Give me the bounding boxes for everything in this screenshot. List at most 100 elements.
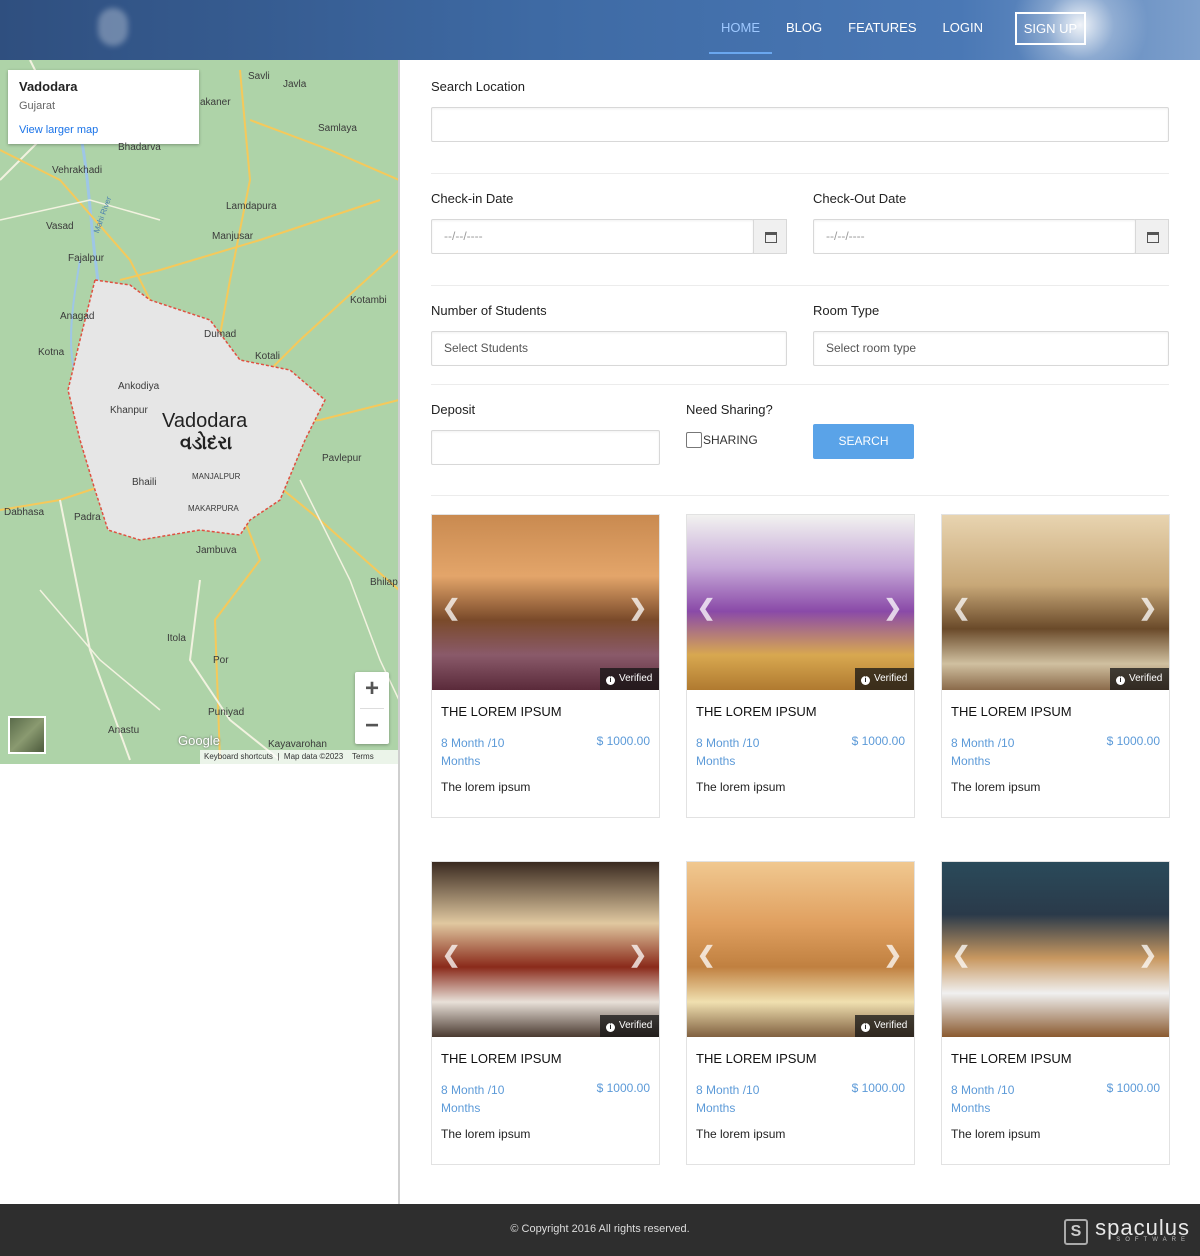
nav-login[interactable]: LOGIN [943, 0, 983, 60]
search-location-input[interactable] [431, 107, 1169, 142]
listing-card[interactable]: ❮ ❯ i Verified THE LOREM IPSUM 8 Month /10 Mo… [941, 514, 1170, 818]
listing-card[interactable]: ❮ ❯ THE LOREM IPSUM 8 Month /10 Months $ 100… [941, 861, 1170, 1165]
verified-badge: i Verified [855, 668, 914, 690]
verified-icon: i [606, 676, 615, 685]
logo-pin-icon [98, 8, 128, 46]
listing-duration: 8 Month /10 Months [441, 736, 505, 768]
listing-card[interactable]: ❮ ❯ i Verified THE LOREM IPSUM 8 Month /10 Mo… [686, 514, 915, 818]
site-logo[interactable] [98, 8, 128, 46]
checkout-calendar-button[interactable] [1135, 219, 1169, 254]
listing-card[interactable]: ❮ ❯ i Verified THE LOREM IPSUM 8 Month /10 Mo… [431, 514, 660, 818]
checkin-input[interactable]: --/--/---- [431, 219, 754, 254]
map-card-state: Gujarat [19, 100, 56, 112]
map-label: Bhaili [132, 477, 157, 488]
chevron-right-icon[interactable]: ❯ [884, 942, 902, 968]
listing-price: $ 1000.00 [1106, 734, 1160, 748]
keyboard-shortcuts-link[interactable]: Keyboard shortcuts [204, 752, 273, 761]
listing-price: $ 1000.00 [851, 734, 905, 748]
zoom-in-button[interactable]: + [355, 672, 389, 708]
nav-blog[interactable]: BLOG [786, 0, 822, 60]
listing-price: $ 1000.00 [851, 1081, 905, 1095]
deposit-input[interactable] [431, 430, 660, 465]
listing-title[interactable]: THE LOREM IPSUM [951, 1051, 1072, 1066]
checkin-calendar-button[interactable] [753, 219, 787, 254]
signup-button[interactable]: SIGN UP [1015, 12, 1086, 45]
listing-photo[interactable]: ❮ ❯ [942, 862, 1169, 1037]
map-label: Khanpur [110, 405, 148, 416]
listing-card[interactable]: ❮ ❯ i Verified THE LOREM IPSUM 8 Month /10 Mo… [431, 861, 660, 1165]
map-label: Dabhasa [4, 507, 45, 518]
nav-home[interactable]: HOME [709, 0, 773, 60]
listing-price: $ 1000.00 [596, 734, 650, 748]
chevron-left-icon[interactable]: ❮ [952, 942, 970, 968]
checkin-label: Check-in Date [431, 191, 514, 206]
listing-description: The lorem ipsum [951, 1127, 1041, 1141]
verified-icon: i [606, 1023, 615, 1032]
calendar-icon [765, 232, 777, 243]
chevron-left-icon[interactable]: ❮ [952, 595, 970, 621]
checkout-input[interactable]: --/--/---- [813, 219, 1136, 254]
map-panel[interactable]: Vadodara Gujarat View larger map Savli J… [0, 60, 399, 764]
map-label: Dumad [204, 329, 237, 340]
chevron-left-icon[interactable]: ❮ [697, 942, 715, 968]
map-label: Kayavarohan [268, 739, 327, 750]
map-label: akaner [200, 97, 231, 108]
listing-photo[interactable]: ❮ ❯ i Verified [432, 862, 659, 1037]
map-label: Padra [74, 512, 101, 523]
map-label: Bhadarva [118, 142, 161, 153]
terms-link[interactable]: Terms [352, 752, 374, 761]
listing-title[interactable]: THE LOREM IPSUM [951, 704, 1072, 719]
map-label: Puniyad [208, 707, 245, 718]
verified-text: Verified [619, 673, 653, 684]
listing-duration: 8 Month /10 Months [696, 1083, 760, 1115]
room-type-select[interactable]: Select room type [813, 331, 1169, 366]
chevron-right-icon[interactable]: ❯ [1139, 942, 1157, 968]
chevron-right-icon[interactable]: ❯ [629, 595, 647, 621]
chevron-left-icon[interactable]: ❮ [697, 595, 715, 621]
site-footer: © Copyright 2016 All rights reserved. S … [0, 1204, 1200, 1256]
students-select[interactable]: Select Students [431, 331, 787, 366]
map-city-label-gujarati: વડોદરા [180, 433, 233, 454]
listing-title[interactable]: THE LOREM IPSUM [696, 704, 817, 719]
map-attribution: Keyboard shortcuts | Map data ©2023 Term… [200, 750, 399, 764]
listing-photo[interactable]: ❮ ❯ i Verified [942, 515, 1169, 690]
listing-photo[interactable]: ❮ ❯ i Verified [687, 515, 914, 690]
listing-photo[interactable]: ❮ ❯ i Verified [432, 515, 659, 690]
map-label: Anastu [108, 725, 140, 736]
chevron-left-icon[interactable]: ❮ [442, 595, 460, 621]
google-logo: Google [178, 733, 220, 748]
zoom-out-button[interactable]: − [355, 709, 389, 745]
map-label: Jambuva [196, 545, 237, 556]
nav-features[interactable]: FEATURES [848, 0, 916, 60]
map-label: Ankodiya [118, 381, 160, 392]
column-divider [398, 60, 400, 1204]
chevron-right-icon[interactable]: ❯ [884, 595, 902, 621]
spaculus-logo-icon: S [1064, 1219, 1088, 1245]
listing-title[interactable]: THE LOREM IPSUM [441, 1051, 562, 1066]
verified-icon: i [861, 676, 870, 685]
map-city-label: Vadodara [162, 410, 248, 432]
map-label: Pavlepur [322, 453, 362, 464]
listing-description: The lorem ipsum [696, 780, 786, 794]
site-header: HOME BLOG FEATURES LOGIN SIGN UP [0, 0, 1200, 80]
listing-photo[interactable]: ❮ ❯ i Verified [687, 862, 914, 1037]
sharing-label: Need Sharing? [686, 402, 773, 417]
listing-title[interactable]: THE LOREM IPSUM [441, 704, 562, 719]
verified-badge: i Verified [600, 1015, 659, 1037]
listing-title[interactable]: THE LOREM IPSUM [696, 1051, 817, 1066]
sharing-checkbox[interactable] [686, 432, 702, 448]
listing-card[interactable]: ❮ ❯ i Verified THE LOREM IPSUM 8 Month /10 Mo… [686, 861, 915, 1165]
chevron-right-icon[interactable]: ❯ [629, 942, 647, 968]
chevron-right-icon[interactable]: ❯ [1139, 595, 1157, 621]
map-label: Manjusar [212, 231, 254, 242]
spaculus-logo[interactable]: spaculus SOFTWARE [1095, 1215, 1190, 1243]
search-button[interactable]: SEARCH [813, 424, 914, 459]
calendar-icon [1147, 232, 1159, 243]
chevron-left-icon[interactable]: ❮ [442, 942, 460, 968]
view-larger-map-link[interactable]: View larger map [19, 124, 188, 136]
satellite-toggle[interactable] [8, 716, 46, 754]
listing-price: $ 1000.00 [1106, 1081, 1160, 1095]
map-label: Kotna [38, 347, 65, 358]
listing-duration: 8 Month /10 Months [951, 736, 1015, 768]
sharing-option-label[interactable]: SHARING [703, 433, 758, 447]
